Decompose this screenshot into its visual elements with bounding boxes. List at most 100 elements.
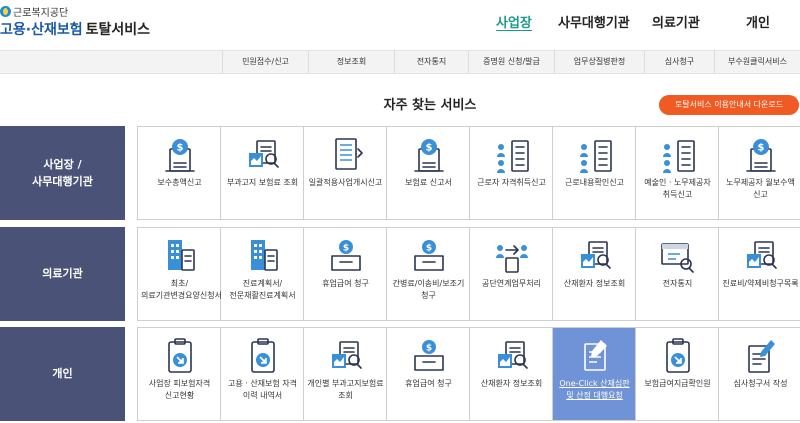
logo-name: 고용·산재보험 토탈서비스 xyxy=(0,19,150,39)
svg-text:$: $ xyxy=(343,244,349,254)
service-label: 일괄적용사업개시신고 xyxy=(308,178,383,187)
document-search-icon xyxy=(492,336,532,376)
service-item[interactable]: 진료계획서/전문재활진료계획서 xyxy=(221,228,304,320)
service-item[interactable]: 공단연계업무처리 xyxy=(470,228,553,320)
service-label: 보험급여지급확인원 xyxy=(644,379,711,388)
money-bag-document-icon: $ xyxy=(409,135,449,175)
nav-personal[interactable]: 개인 xyxy=(746,12,770,31)
service-item[interactable]: 전자통지 xyxy=(636,228,719,320)
service-label: 근로내용확인신고 xyxy=(565,178,624,187)
money-box-icon: $ xyxy=(409,236,449,276)
svg-text:$: $ xyxy=(758,143,765,154)
service-label: 보험료 신고서 xyxy=(405,178,452,187)
service-label: 진료계획서/전문재활진료계획서 xyxy=(229,279,296,301)
service-item[interactable]: $ 노무제공자 월보수액 신고 xyxy=(719,127,800,219)
header: 근로복지공단 고용·산재보험 토탈서비스 사업장 사무대행기관 의료기관 개인 xyxy=(0,0,800,46)
submenu-bar: 민원접수/신고 정보조회 전자통지 증명원 신청/발급 업무상질병판정 심사청구… xyxy=(0,50,800,74)
service-item[interactable]: $ 휴업급여 청구 xyxy=(387,328,470,420)
org-name: 근로복지공단 xyxy=(13,8,69,19)
service-item[interactable]: 진료비/약제비청구목록 xyxy=(719,228,800,320)
submenu-item[interactable]: 부수원클릭서비스 xyxy=(714,51,800,73)
people-checklist-icon xyxy=(575,135,615,175)
people-checklist-icon xyxy=(492,135,532,175)
svg-text:$: $ xyxy=(177,143,184,154)
service-label: 사업장 피보험자격 신고현황 xyxy=(148,379,211,401)
row-label-line1: 의료기관 xyxy=(42,267,83,281)
service-item[interactable]: $ 휴업급여 청구 xyxy=(304,228,387,320)
service-item[interactable]: 최초/의료기관변경요양신청서 xyxy=(138,228,222,320)
submenu-item[interactable]: 업무상질병판정 xyxy=(554,51,644,73)
row-label: 의료기관 xyxy=(0,227,125,321)
service-label: 최초/의료기관변경요양신청서 xyxy=(141,279,222,301)
hospital-document-icon xyxy=(160,236,200,276)
service-label: 개인별 부과고지보험료 조회 xyxy=(307,379,384,401)
service-item[interactable]: 근로자 자격취득신고 xyxy=(470,127,553,219)
money-bag-document-icon: $ xyxy=(741,135,781,175)
service-item[interactable]: 개인별 부과고지보험료 조회 xyxy=(304,328,387,420)
service-item[interactable]: 고용 · 산재보험 자격 이력 내역서 xyxy=(221,328,304,420)
service-label: 고용 · 산재보험 자격 이력 내역서 xyxy=(227,379,298,401)
logo-main: 고용·산재보험 xyxy=(0,22,83,38)
service-row-medical: 의료기관 최초/의료기관변경요양신청서 진료계획서/전문재활진료계획서 $ 휴업급… xyxy=(0,227,800,321)
clipboard-arrow-icon xyxy=(243,336,283,376)
logo-org: 근로복지공단 xyxy=(0,4,68,19)
box-search-icon xyxy=(658,236,698,276)
submenu-item[interactable]: 민원접수/신고 xyxy=(222,51,308,73)
top-nav: 사업장 사무대행기관 의료기관 개인 xyxy=(480,12,800,32)
logo-sub: 토탈서비스 xyxy=(85,22,151,38)
service-item[interactable]: $ 보수총액신고 xyxy=(138,127,221,219)
service-item[interactable]: 예술인 · 노무제공자 취득신고 xyxy=(636,127,719,219)
service-label: 노무제공자 월보수액 신고 xyxy=(726,178,795,200)
document-search-icon xyxy=(741,236,781,276)
service-item[interactable]: 보험급여지급확인원 xyxy=(636,328,719,420)
service-item[interactable]: 일괄적용사업개시신고 xyxy=(304,127,387,219)
people-checklist-icon xyxy=(658,135,698,175)
service-item[interactable]: 근로내용확인신고 xyxy=(553,127,636,219)
service-item[interactable]: $ 보험료 신고서 xyxy=(387,127,470,219)
logo[interactable]: 근로복지공단 고용·산재보험 토탈서비스 xyxy=(0,4,160,40)
submenu-item[interactable]: 전자통지 xyxy=(394,51,468,73)
service-label: 부과고지 보험료 조회 xyxy=(226,178,299,187)
service-item[interactable]: 산재환자 정보조회 xyxy=(553,228,636,320)
service-item-highlighted[interactable]: One-Click 산재심판 및 산정 대행요청 xyxy=(553,328,636,420)
svg-text:$: $ xyxy=(426,143,433,154)
clipboard-arrow-icon xyxy=(160,336,200,376)
service-item[interactable]: 산재환자 정보조회 xyxy=(470,328,553,420)
submenu-item[interactable]: 심사청구 xyxy=(644,51,714,73)
row-label-line1: 개인 xyxy=(52,367,73,381)
nav-agency[interactable]: 사무대행기관 xyxy=(558,12,630,31)
service-label: 심사청구서 작성 xyxy=(733,379,788,388)
service-label: 공단연계업무처리 xyxy=(482,279,541,288)
submenu-item[interactable]: 증명원 신청/발급 xyxy=(468,51,554,73)
submenu-item[interactable]: 정보조회 xyxy=(308,51,394,73)
row-label: 개인 xyxy=(0,327,125,421)
service-item[interactable]: 심사청구서 작성 xyxy=(719,328,800,420)
document-search-icon xyxy=(243,135,283,175)
service-item[interactable]: $ 간병료/이송비/보조기 청구 xyxy=(387,228,470,320)
service-label: One-Click 산재심판 및 산정 대행요청 xyxy=(559,379,630,401)
service-grid: $ 보수총액신고 부과고지 보험료 조회 일괄적용사업개시신고 $ 보험료 신고서 … xyxy=(137,126,800,220)
nav-workplace[interactable]: 사업장 xyxy=(496,12,532,31)
svg-text:$: $ xyxy=(426,344,432,354)
document-search-icon xyxy=(326,336,366,376)
service-label: 간병료/이송비/보조기 청구 xyxy=(392,279,465,301)
money-bag-document-icon: $ xyxy=(160,135,200,175)
service-grid: 최초/의료기관변경요양신청서 진료계획서/전문재활진료계획서 $ 휴업급여 청구 … xyxy=(137,227,800,321)
nav-medical[interactable]: 의료기관 xyxy=(652,12,700,31)
service-grid: 사업장 피보험자격 신고현황 고용 · 산재보험 자격 이력 내역서 개인별 부… xyxy=(137,327,800,421)
hospital-document-icon xyxy=(243,236,283,276)
svg-text:$: $ xyxy=(426,244,432,254)
linked-people-icon xyxy=(492,236,532,276)
service-item[interactable]: 부과고지 보험료 조회 xyxy=(221,127,304,219)
hand-pen-document-icon xyxy=(575,336,615,376)
row-label: 사업장 / 사무대행기관 xyxy=(0,126,125,220)
service-label: 예술인 · 노무제공자 취득신고 xyxy=(644,178,711,200)
service-row-workplace: 사업장 / 사무대행기관 $ 보수총액신고 부과고지 보험료 조회 일괄적용사업개시… xyxy=(0,126,800,220)
row-label-line1: 사업장 / xyxy=(43,157,82,171)
clipboard-arrow-icon xyxy=(658,336,698,376)
service-item[interactable]: 사업장 피보험자격 신고현황 xyxy=(138,328,221,420)
service-label: 산재환자 정보조회 xyxy=(480,379,543,388)
row-label-line2: 사무대행기관 xyxy=(32,175,93,188)
guide-download-button[interactable]: 토탈서비스 이용안내서 다운로드 xyxy=(659,95,799,115)
document-list-icon xyxy=(326,135,366,175)
